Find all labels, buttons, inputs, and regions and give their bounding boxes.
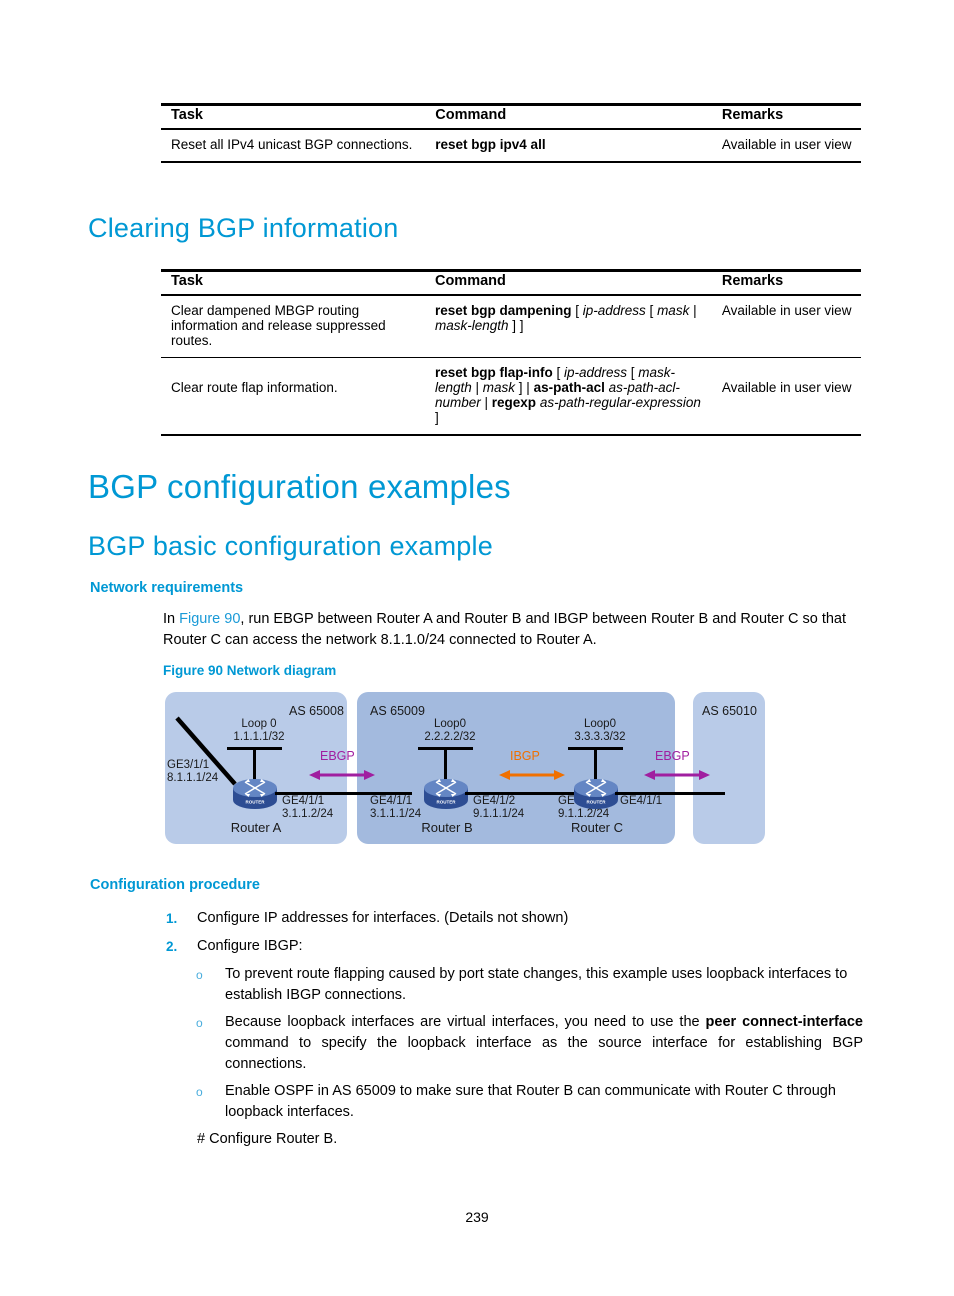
table2-header-row: Task Command Remarks [161, 271, 861, 295]
heading-network-requirements: Network requirements [90, 580, 244, 596]
table2-header-command: Command [434, 273, 506, 289]
document-page: Task Command Remarks Reset all IPv4 unic… [0, 0, 954, 1296]
table1-cell-remarks: Available in user view [721, 137, 852, 152]
table1-cell-task: Reset all IPv4 unicast BGP connections. [171, 137, 413, 152]
procedure-step-1-text: Configure IP addresses for interfaces. (… [197, 910, 569, 926]
bullet-marker-icon: o [196, 1085, 203, 1099]
procedure-bullet-2: o Because loopback interfaces are virtua… [196, 1012, 863, 1075]
router-c-loopback-name: Loop0 [584, 718, 616, 730]
protocol-label-ibgp-bc: IBGP [510, 749, 540, 763]
router-a-loopback-stem [253, 747, 256, 780]
table1-header-remarks: Remarks [721, 107, 784, 123]
table-row: Reset all IPv4 unicast BGP connections. … [161, 129, 861, 162]
protocol-arrow-ebgp-ab [309, 770, 375, 780]
router-a-right-if-name: GE4/1/1 [282, 795, 325, 807]
router-c-loopback-addr: 3.3.3.3/32 [574, 731, 626, 743]
table2-cell-command-0: reset bgp dampening [ ip-address [ mask … [434, 303, 697, 333]
router-a-name: Router A [230, 820, 282, 835]
procedure-step-2-text: Configure IBGP: [197, 938, 303, 954]
router-icon-a: ROUTER [233, 779, 277, 809]
svg-text:ROUTER: ROUTER [246, 800, 266, 805]
network-diagram: AS 65008 AS 65009 AS 65010 GE3/1/1 8.1.1… [165, 692, 765, 844]
table2-cell-remarks-0: Available in user view [721, 303, 852, 318]
procedure-bullet-1-text: To prevent route flapping caused by port… [225, 966, 848, 1003]
router-a-loopback-name: Loop 0 [241, 718, 277, 730]
clearing-bgp-table: Task Command Remarks Clear dampened MBGP… [161, 271, 861, 436]
router-b-right-if-name: GE4/1/2 [473, 795, 516, 807]
router-a-left-if-addr: 8.1.1.1/24 [167, 772, 219, 784]
router-a-left-interface-label: GE3/1/1 8.1.1.1/24 [167, 759, 218, 785]
router-b-loopback-stem [444, 747, 447, 780]
table1-header-row: Task Command Remarks [161, 105, 861, 129]
router-c-right-if-name: GE4/1/1 [620, 795, 663, 807]
table2-cell-task-1: Clear route flap information. [171, 380, 338, 395]
page-number: 239 [465, 1209, 489, 1225]
table-row: Clear dampened MBGP routing information … [161, 295, 861, 358]
table2-header-task: Task [171, 273, 203, 289]
router-b-right-if-addr: 9.1.1.1/24 [473, 808, 525, 820]
procedure-bullet-1: o To prevent route flapping caused by po… [196, 964, 863, 1006]
as-label-65008: AS 65008 [289, 704, 344, 718]
table2-cell-task-0: Clear dampened MBGP routing information … [171, 303, 386, 348]
router-c-loopback-label: Loop0 3.3.3.3/32 [561, 718, 639, 744]
protocol-arrow-ibgp-bc [499, 770, 565, 780]
procedure-bullet-3-text: Enable OSPF in AS 65009 to make sure tha… [225, 1083, 836, 1120]
procedure-bullet-2-text: Because loopback interfaces are virtual … [225, 1014, 863, 1072]
heading-clearing-bgp: Clearing BGP information [88, 213, 399, 243]
figure-caption: Figure 90 Network diagram [163, 663, 337, 678]
configure-router-b-line: # Configure Router B. [197, 1131, 338, 1147]
reset-bgp-table: Task Command Remarks Reset all IPv4 unic… [161, 105, 861, 163]
procedure-bullet-3: o Enable OSPF in AS 65009 to make sure t… [196, 1081, 863, 1123]
router-b-name: Router B [421, 820, 473, 835]
table2-header-remarks: Remarks [721, 273, 784, 289]
procedure-step-1: 1. Configure IP addresses for interfaces… [166, 908, 862, 929]
network-requirements-paragraph: In Figure 90, run EBGP between Router A … [163, 609, 863, 651]
protocol-arrow-ebgp-c [644, 770, 710, 780]
table1-cell-command: reset bgp ipv4 all [435, 137, 546, 152]
requirements-text-post: , run EBGP between Router A and Router B… [163, 611, 846, 648]
table2-cell-remarks-1: Available in user view [721, 380, 852, 395]
router-b-loopback-name: Loop0 [434, 718, 466, 730]
router-a-loopback-addr: 1.1.1.1/32 [233, 731, 285, 743]
router-a-loopback-label: Loop 0 1.1.1.1/32 [220, 718, 298, 744]
router-b-right-interface-label: GE4/1/2 9.1.1.1/24 [473, 795, 524, 821]
router-icon-c: ROUTER [574, 779, 618, 809]
heading-configuration-procedure: Configuration procedure [90, 877, 260, 893]
protocol-label-ebgp-ab: EBGP [320, 749, 355, 763]
bullet-marker-icon: o [196, 968, 203, 982]
router-c-loopback-stem [594, 747, 597, 780]
table1-header-command: Command [435, 107, 507, 123]
router-a-right-if-addr: 3.1.1.2/24 [282, 808, 334, 820]
procedure-step-2-number: 2. [166, 939, 178, 954]
router-c-right-interface-label: GE4/1/1 [620, 795, 662, 808]
figure-90-link[interactable]: Figure 90 [179, 611, 240, 627]
svg-text:ROUTER: ROUTER [437, 800, 457, 805]
as-label-65010: AS 65010 [702, 704, 757, 718]
heading-bgp-basic-example: BGP basic configuration example [88, 531, 493, 561]
router-a-left-if-name: GE3/1/1 [167, 759, 210, 771]
router-b-left-interface-label: GE4/1/1 3.1.1.1/24 [370, 795, 421, 821]
bullet-marker-icon: o [196, 1016, 203, 1030]
heading-bgp-configuration-examples: BGP configuration examples [88, 468, 511, 505]
router-c-name: Router C [570, 820, 624, 835]
procedure-step-1-number: 1. [166, 911, 178, 926]
table-row: Clear route flap information. reset bgp … [161, 358, 861, 435]
as-label-65009: AS 65009 [370, 704, 425, 718]
requirements-text-pre: In [163, 611, 180, 627]
link-router-c-to-as65010 [615, 792, 725, 795]
table2-cell-command-1: reset bgp flap-info [ ip-address [ mask-… [434, 365, 701, 425]
router-a-right-interface-label: GE4/1/1 3.1.1.2/24 [282, 795, 333, 821]
router-b-loopback-label: Loop0 2.2.2.2/32 [411, 718, 489, 744]
procedure-step-2: 2. Configure IBGP: [166, 936, 862, 957]
table1-header-task: Task [171, 107, 203, 123]
router-icon-b: ROUTER [424, 779, 468, 809]
router-b-loopback-addr: 2.2.2.2/32 [424, 731, 476, 743]
protocol-label-ebgp-c: EBGP [655, 749, 690, 763]
router-b-left-if-addr: 3.1.1.1/24 [370, 808, 422, 820]
svg-text:ROUTER: ROUTER [587, 800, 607, 805]
router-b-left-if-name: GE4/1/1 [370, 795, 413, 807]
